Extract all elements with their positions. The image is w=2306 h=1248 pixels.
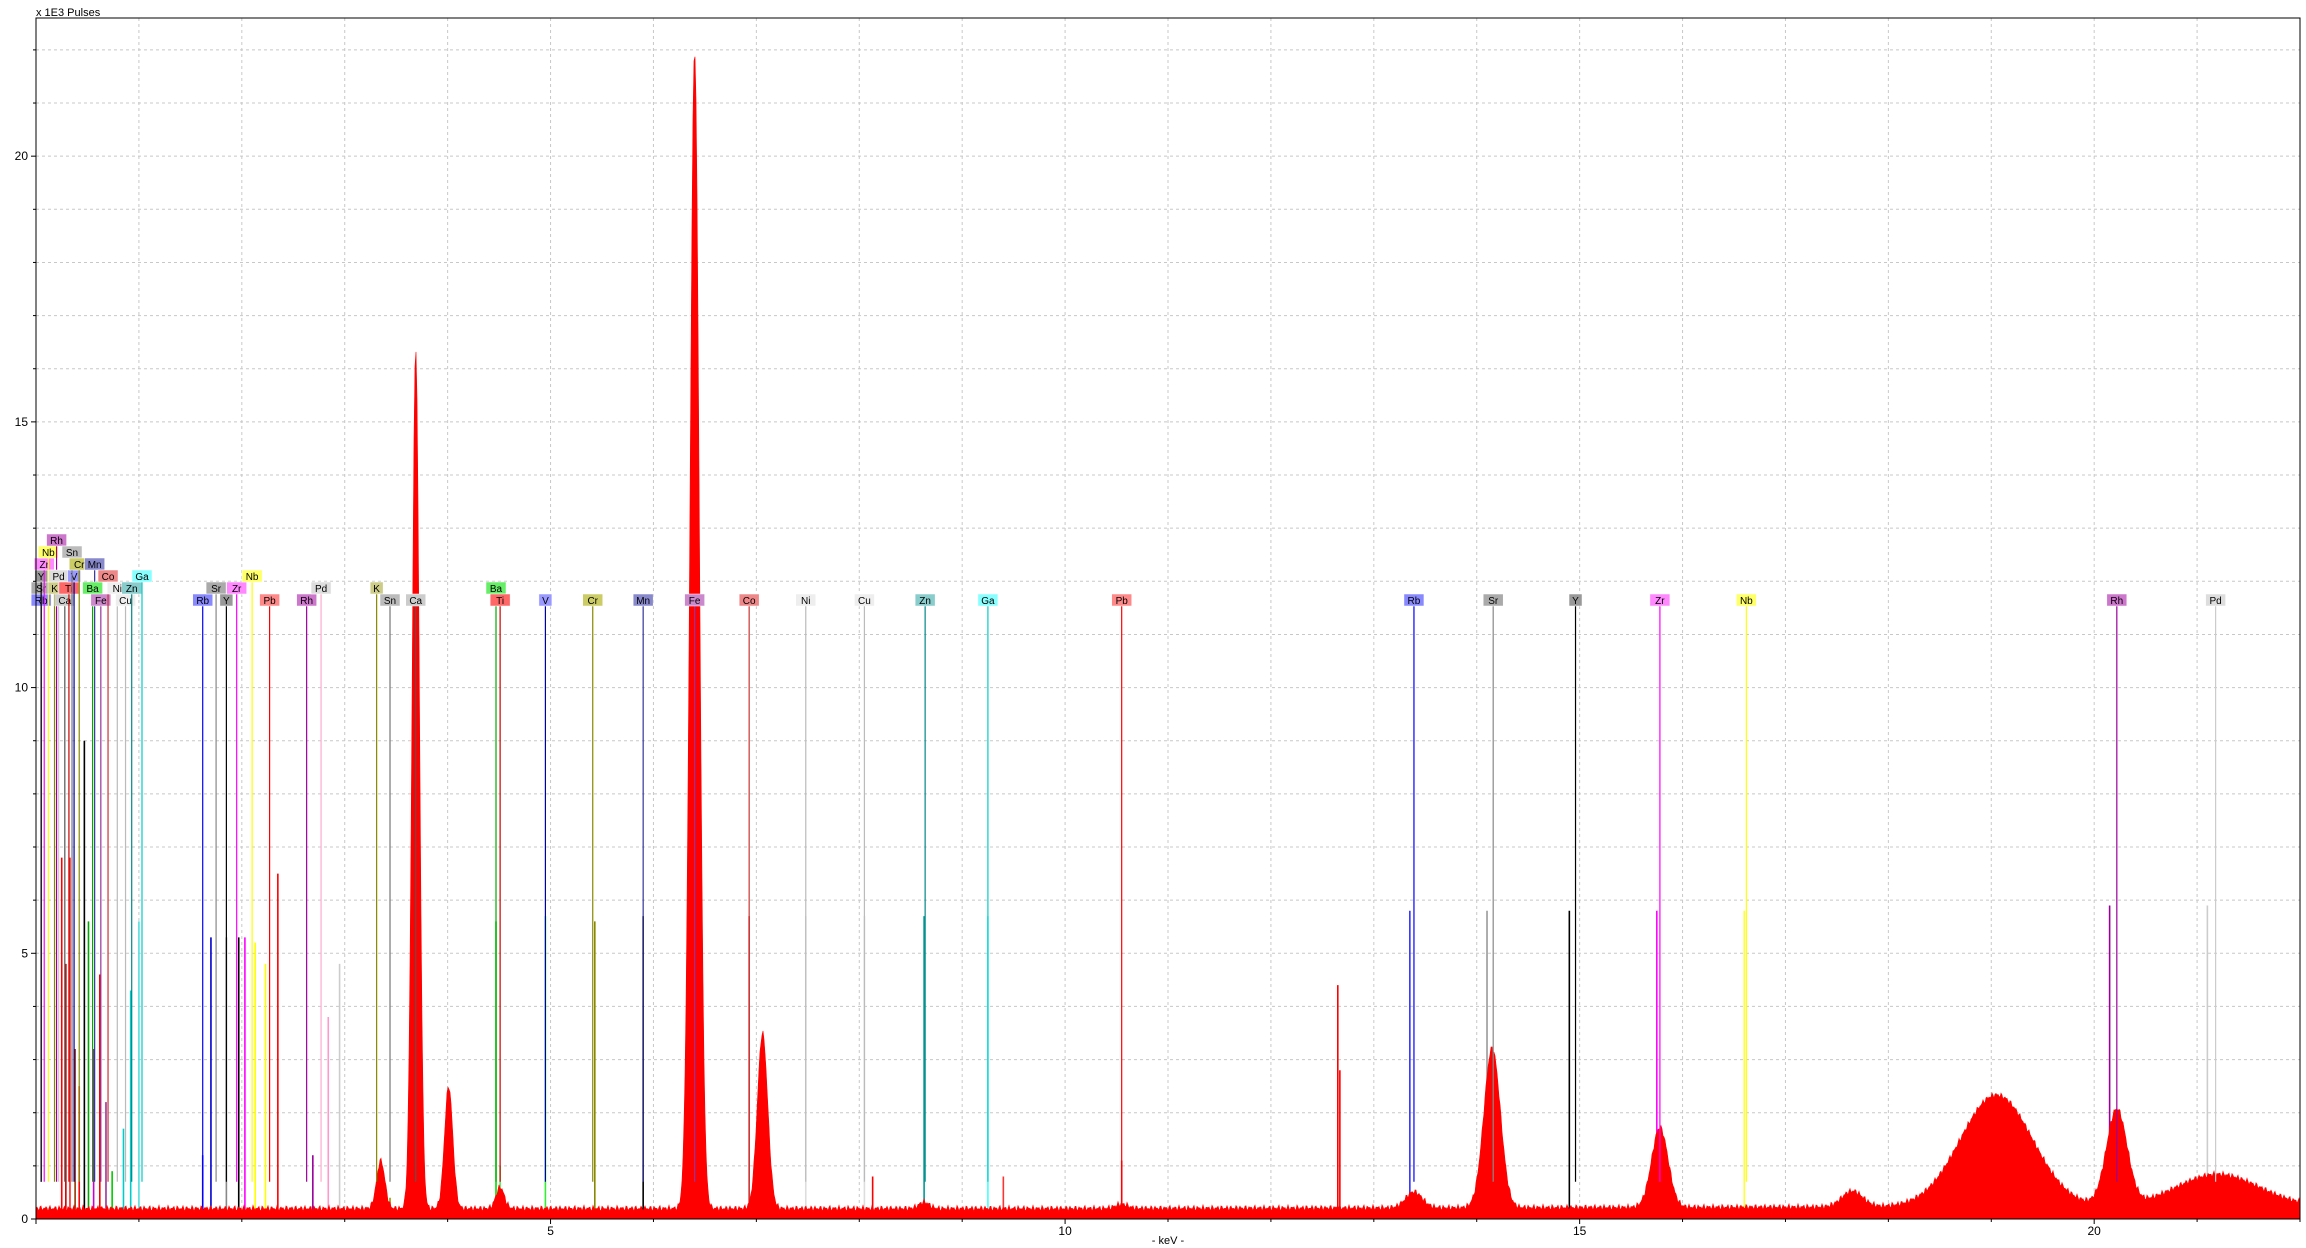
- element-tag-label: K: [373, 584, 380, 595]
- element-tag-label: Zr: [1655, 596, 1665, 607]
- element-tag-label: Cu: [119, 596, 132, 607]
- element-tag-label: Mn: [636, 596, 650, 607]
- element-tag-label: Rh: [2110, 596, 2123, 607]
- y-tick-label: 5: [21, 946, 28, 960]
- element-tag-label: Sr: [1488, 596, 1499, 607]
- element-tag-label: Ni: [113, 584, 122, 595]
- element-tag-label: Nb: [42, 548, 55, 559]
- element-tag-label: Rh: [50, 536, 63, 547]
- element-tag-label: Ti: [496, 596, 504, 607]
- element-tag-label: Cu: [858, 596, 871, 607]
- element-tag-label: Zr: [232, 584, 242, 595]
- x-tick-label: 15: [1573, 1224, 1587, 1238]
- element-tag-label: Ca: [58, 596, 71, 607]
- element-tag-label: Ba: [86, 584, 99, 595]
- x-tick-label: 10: [1058, 1224, 1072, 1238]
- element-tag-label: K: [51, 584, 58, 595]
- element-tag-label: Ga: [981, 596, 995, 607]
- element-tag-label: Rb: [196, 596, 209, 607]
- element-tag-label: Zn: [126, 584, 138, 595]
- y-tick-label: 20: [15, 149, 29, 163]
- x-tick-label: 20: [2088, 1224, 2102, 1238]
- element-tag-label: Co: [743, 596, 756, 607]
- element-tag-label: Sr: [211, 584, 222, 595]
- element-tag-label: Mn: [88, 560, 102, 571]
- element-tag-label: Y: [223, 596, 230, 607]
- element-tag-label: Pd: [315, 584, 327, 595]
- element-tag-label: Y: [1572, 596, 1579, 607]
- element-tag-label: Co: [102, 572, 115, 583]
- y-tick-label: 0: [21, 1212, 28, 1226]
- element-tag-label: Cr: [74, 560, 85, 571]
- y-tick-label: 15: [15, 415, 29, 429]
- element-tag-label: Pd: [53, 572, 65, 583]
- element-tag-label: Rb: [1408, 596, 1421, 607]
- element-tag-label: Zn: [919, 596, 931, 607]
- element-tag-label: Pb: [263, 596, 276, 607]
- spike-lines: [60, 740, 2209, 1219]
- element-tag-label: Sn: [66, 548, 78, 559]
- spectrum-chart: x 1E3 Pulses RbSrYZrNbRhKPdCaTiVSnCr MnBa…: [15, 7, 2301, 1247]
- element-tag-label: Rh: [300, 596, 313, 607]
- x-tick-label: 5: [547, 1224, 554, 1238]
- element-tag-label: Fe: [689, 596, 701, 607]
- grid: [36, 18, 2300, 1219]
- element-tag-label: Nb: [1740, 596, 1753, 607]
- element-tag-label: Pd: [2209, 596, 2221, 607]
- y-unit-label: x 1E3 Pulses: [36, 7, 101, 19]
- element-tag-label: Cr: [587, 596, 598, 607]
- element-tag-label: Pb: [1116, 596, 1129, 607]
- y-tick-label: 10: [15, 681, 29, 695]
- element-tag-label: Ba: [490, 584, 503, 595]
- element-tag-label: Nb: [246, 572, 259, 583]
- x-axis-label: - keV -: [1152, 1235, 1185, 1247]
- element-tag-label: Ca: [409, 596, 422, 607]
- element-tag-label: Fe: [95, 596, 107, 607]
- element-tag-label: Ga: [135, 572, 149, 583]
- element-markers: RbSrYZrNbRhKPdCaTiVSnCr MnBaFeCoNiCuZnGaR…: [30, 533, 2226, 1182]
- element-tag-label: V: [542, 596, 549, 607]
- element-tag-label: Sn: [384, 596, 396, 607]
- element-tag-label: Ni: [801, 596, 810, 607]
